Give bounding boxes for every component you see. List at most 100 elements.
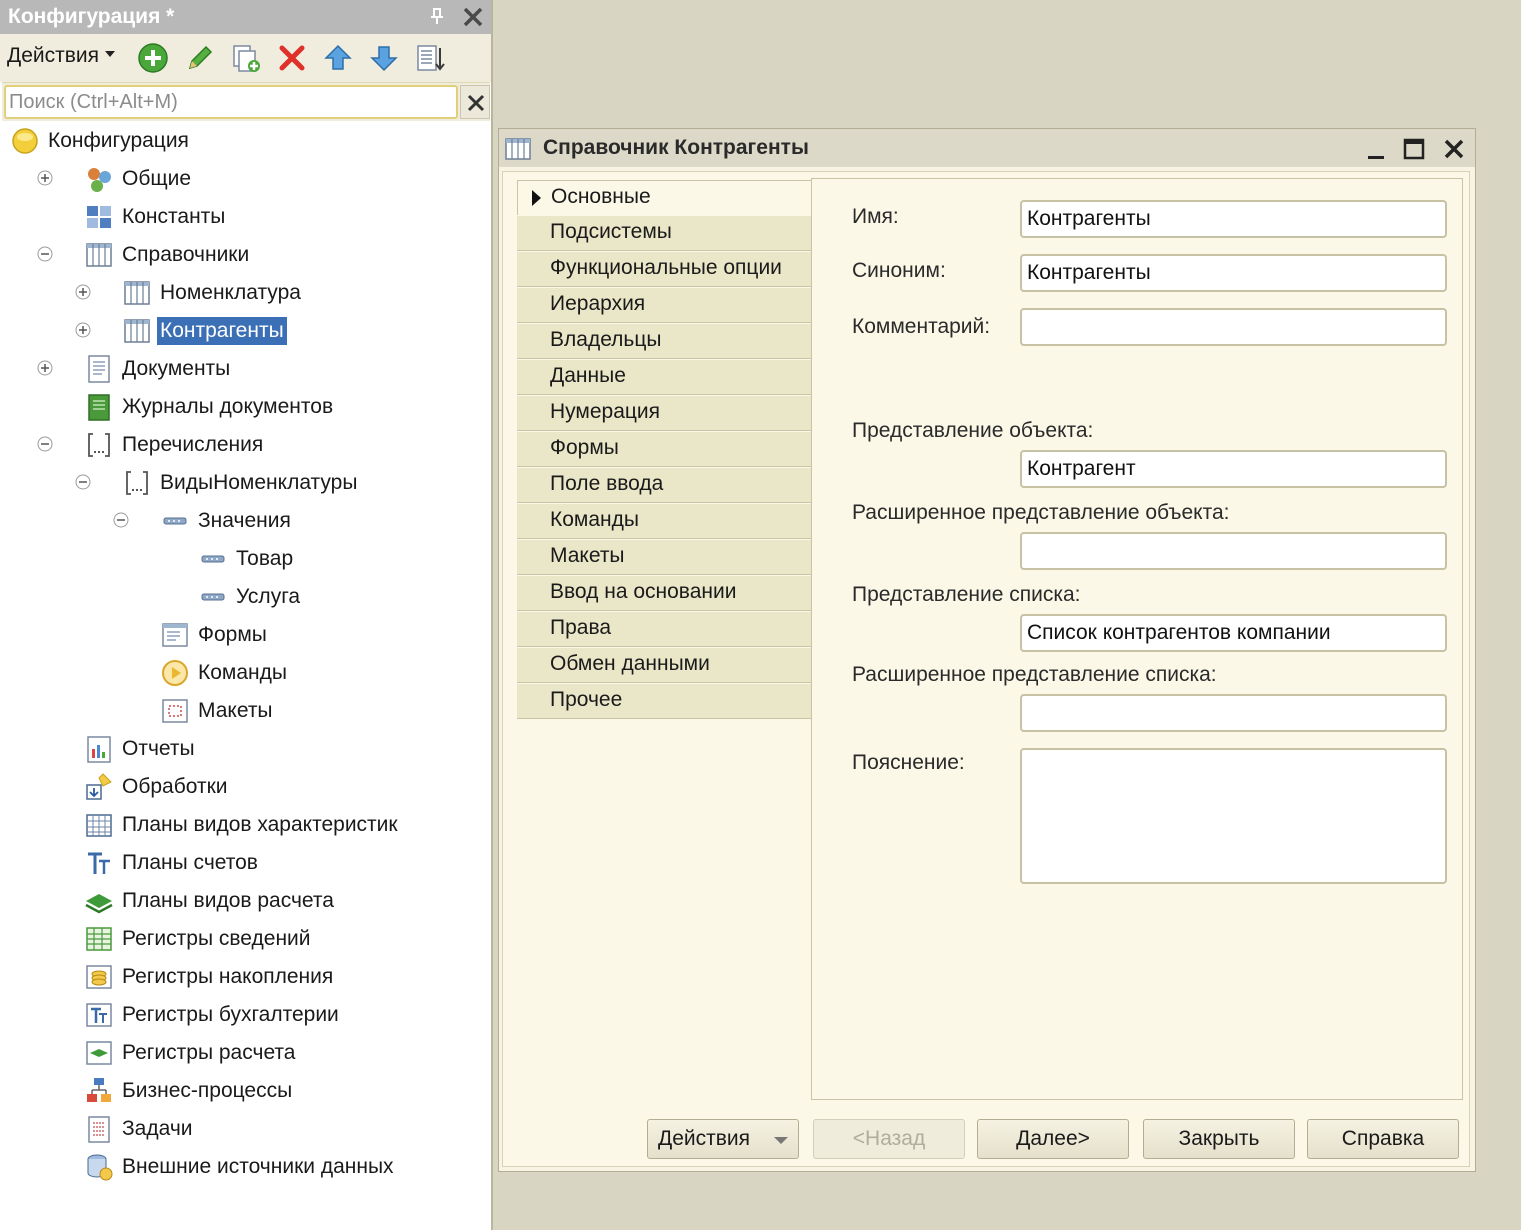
- clear-search-button[interactable]: [460, 85, 490, 119]
- catalog-icon: [505, 138, 531, 160]
- maximize-icon[interactable]: [1402, 137, 1426, 161]
- close-icon[interactable]: [1442, 137, 1466, 161]
- tree-item[interactable]: Внешние источники данных: [0, 1150, 491, 1186]
- tree-item[interactable]: Конфигурация: [0, 124, 491, 160]
- comment-field[interactable]: [1020, 308, 1447, 346]
- expand-icon[interactable]: [75, 322, 91, 338]
- explanation-field[interactable]: [1020, 748, 1447, 884]
- calculation-types-icon: [85, 894, 113, 914]
- information-register-icon: [86, 927, 112, 951]
- tree-item[interactable]: Обработки: [0, 770, 491, 806]
- extended-object-presentation-field[interactable]: [1020, 532, 1447, 570]
- section-tab-label: Функциональные опции: [550, 256, 782, 279]
- actions-menu-label: Действия: [7, 44, 100, 67]
- tree-item[interactable]: Отчеты: [0, 732, 491, 768]
- expand-icon[interactable]: [37, 360, 53, 376]
- section-tab[interactable]: Права: [517, 612, 811, 647]
- edit-icon[interactable]: [184, 42, 216, 74]
- tree-item[interactable]: Задачи: [0, 1112, 491, 1148]
- synonym-field[interactable]: [1020, 254, 1447, 292]
- tree-item[interactable]: Формы: [0, 618, 491, 654]
- collapse-icon[interactable]: [37, 436, 53, 452]
- section-tab-label: Формы: [550, 436, 619, 459]
- section-tab[interactable]: Команды: [517, 504, 811, 539]
- tree-item[interactable]: Константы: [0, 200, 491, 236]
- tree-item[interactable]: Команды: [0, 656, 491, 692]
- section-tab[interactable]: Ввод на основании: [517, 576, 811, 611]
- tree-item[interactable]: Номенклатура: [0, 276, 491, 312]
- catalog-icon: [124, 319, 150, 343]
- tree-item[interactable]: Общие: [0, 162, 491, 198]
- tree-item[interactable]: Справочники: [0, 238, 491, 274]
- delete-icon[interactable]: [276, 42, 308, 74]
- accumulation-register-icon: [86, 965, 112, 989]
- tree-item[interactable]: Документы: [0, 352, 491, 388]
- section-tab[interactable]: Нумерация: [517, 396, 811, 431]
- data-processor-icon: [86, 773, 112, 800]
- section-tab[interactable]: Владельцы: [517, 324, 811, 359]
- tree-item[interactable]: Регистры расчета: [0, 1036, 491, 1072]
- actions-dropdown-button[interactable]: Действия: [647, 1119, 799, 1159]
- tree-item[interactable]: Планы видов характеристик: [0, 808, 491, 844]
- section-tab[interactable]: Данные: [517, 360, 811, 395]
- copy-add-icon[interactable]: [230, 42, 262, 74]
- tree-item[interactable]: Контрагенты: [0, 314, 491, 350]
- section-tab[interactable]: Макеты: [517, 540, 811, 575]
- search-input[interactable]: [4, 85, 458, 119]
- add-icon[interactable]: [137, 42, 169, 74]
- collapse-icon[interactable]: [75, 474, 91, 490]
- tree-item[interactable]: Регистры бухгалтерии: [0, 998, 491, 1034]
- tree-item[interactable]: Регистры сведений: [0, 922, 491, 958]
- extended-list-presentation-field[interactable]: [1020, 694, 1447, 732]
- section-tab[interactable]: Обмен данными: [517, 648, 811, 683]
- minimize-icon[interactable]: [1365, 139, 1387, 161]
- chevron-down-icon: [774, 1137, 788, 1144]
- sort-icon[interactable]: [414, 42, 446, 74]
- tree-item-label: Контрагенты: [157, 317, 287, 345]
- chart-of-accounts-icon: [88, 852, 110, 874]
- section-tab-label: Нумерация: [550, 400, 661, 423]
- move-down-icon[interactable]: [368, 42, 400, 74]
- tree-item[interactable]: Регистры накопления: [0, 960, 491, 996]
- actions-menu-button[interactable]: Действия: [7, 44, 116, 68]
- expand-icon[interactable]: [37, 170, 53, 186]
- tree-item[interactable]: Услуга: [0, 580, 491, 616]
- pin-icon[interactable]: [427, 6, 447, 26]
- move-up-icon[interactable]: [322, 42, 354, 74]
- collapse-icon[interactable]: [113, 512, 129, 528]
- section-tab[interactable]: Прочее: [517, 684, 811, 719]
- section-tab[interactable]: Основные: [517, 180, 811, 215]
- tree-item[interactable]: Журналы документов: [0, 390, 491, 426]
- tree-item[interactable]: Планы счетов: [0, 846, 491, 882]
- catalog-editor-window: Справочник Контрагенты Основные Подсистем…: [498, 128, 1476, 1172]
- journal-icon: [88, 394, 110, 421]
- back-button[interactable]: <Назад: [813, 1119, 965, 1159]
- tree-item[interactable]: Товар: [0, 542, 491, 578]
- expand-icon[interactable]: [75, 284, 91, 300]
- tree-item[interactable]: Значения: [0, 504, 491, 540]
- tree-item[interactable]: Макеты: [0, 694, 491, 730]
- document-icon: [88, 355, 110, 383]
- collapse-icon[interactable]: [37, 246, 53, 262]
- section-tab[interactable]: Подсистемы: [517, 216, 811, 251]
- section-tab[interactable]: Функциональные опции: [517, 252, 811, 287]
- close-icon[interactable]: [461, 5, 485, 29]
- list-presentation-field[interactable]: [1020, 614, 1447, 652]
- next-button[interactable]: Далее>: [977, 1119, 1129, 1159]
- tree-item-label: Отчеты: [122, 737, 195, 760]
- close-button[interactable]: Закрыть: [1143, 1119, 1295, 1159]
- object-presentation-field[interactable]: [1020, 450, 1447, 488]
- enum-value-icon: [201, 593, 225, 601]
- tree-item[interactable]: Планы видов расчета: [0, 884, 491, 920]
- section-tab[interactable]: Формы: [517, 432, 811, 467]
- section-tab[interactable]: Поле ввода: [517, 468, 811, 503]
- help-button[interactable]: Справка: [1307, 1119, 1459, 1159]
- tree-item[interactable]: Перечисления: [0, 428, 491, 464]
- window-titlebar[interactable]: Справочник Контрагенты: [499, 129, 1475, 167]
- configuration-panel: Конфигурация * Действия Конфигурация Общи…: [0, 0, 493, 1230]
- tree-item[interactable]: Бизнес-процессы: [0, 1074, 491, 1110]
- name-field[interactable]: [1020, 200, 1447, 238]
- section-tab[interactable]: Иерархия: [517, 288, 811, 323]
- object-presentation-label: Представление объекта:: [852, 419, 1094, 442]
- tree-item[interactable]: ВидыНоменклатуры: [0, 466, 491, 502]
